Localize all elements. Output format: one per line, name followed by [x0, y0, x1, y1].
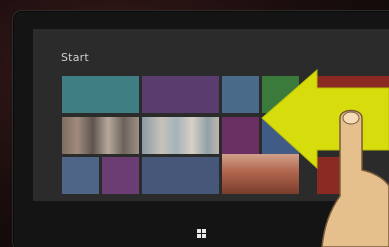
swipe-gesture-overlay [261, 68, 389, 247]
photo-scene: Start [0, 0, 389, 247]
swipe-left-arrow-icon [261, 68, 389, 170]
